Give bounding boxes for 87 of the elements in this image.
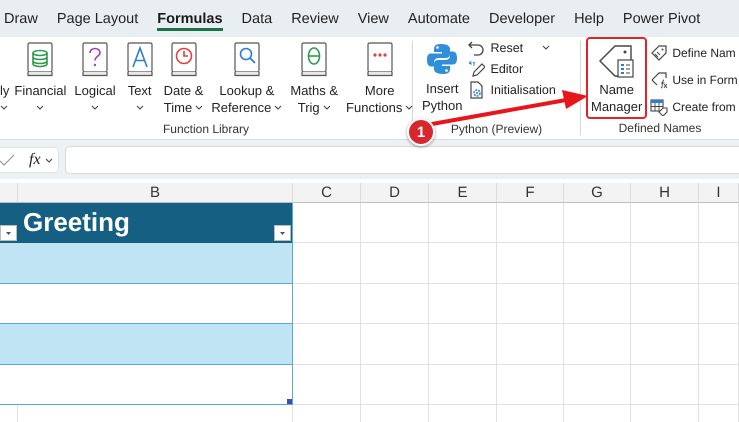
grid-cell[interactable] [497, 324, 564, 365]
group-label: Function Library [162, 122, 250, 136]
column-header[interactable]: B [18, 183, 293, 203]
grid-cell[interactable] [564, 284, 631, 324]
ribbon-tab[interactable]: Automate [408, 0, 470, 26]
grid-cell[interactable] [293, 284, 361, 324]
grid-cell[interactable] [699, 203, 739, 243]
grid-cell[interactable] [429, 324, 497, 365]
ribbon-button[interactable]: Lookup & Reference [208, 42, 286, 120]
insert-function-button[interactable]: fx [29, 151, 41, 169]
ribbon-tab[interactable]: Help [574, 0, 604, 26]
grid-cell[interactable] [497, 203, 564, 243]
table-tag-icon [650, 98, 668, 116]
grid-cell[interactable] [631, 243, 699, 284]
table-header: Greeting [23, 206, 130, 238]
tag-icon [650, 44, 668, 62]
grid-cell[interactable] [429, 284, 497, 324]
column-header[interactable]: H [631, 183, 699, 203]
filter-dropdown-icon[interactable] [0, 225, 17, 241]
group-label: Python (Preview) [450, 122, 542, 136]
grid-cell[interactable] [361, 243, 429, 284]
pen-icon [467, 60, 486, 78]
grid-cell[interactable] [361, 284, 429, 324]
grid-cell[interactable] [361, 365, 429, 405]
grid-cell[interactable] [699, 324, 739, 365]
python-logo-icon [425, 42, 460, 76]
grid-cell[interactable] [497, 365, 564, 405]
ribbon-button[interactable]: Date & Time [160, 42, 206, 120]
confirm-check-icon[interactable] [0, 154, 15, 166]
column-header[interactable]: I [699, 183, 739, 203]
column-header[interactable]: D [361, 183, 429, 203]
ribbon-command[interactable]: Use in Form [650, 68, 738, 91]
resize-handle[interactable] [287, 399, 292, 404]
ribbon-tab[interactable]: Review [291, 0, 339, 26]
grid-cell[interactable] [293, 365, 361, 405]
ribbon-button[interactable]: Financial [11, 42, 70, 120]
ribbon-button[interactable]: Text [120, 42, 159, 120]
insert-python-button[interactable]: Insert Python [419, 42, 466, 120]
chevron-down-icon [44, 158, 53, 162]
grid-cell[interactable] [497, 284, 564, 324]
grid-cell[interactable] [361, 324, 429, 365]
column-header[interactable]: F [497, 183, 564, 203]
ribbon-tab[interactable]: View [358, 0, 389, 26]
column-header[interactable]: C [293, 183, 361, 203]
grid-cell[interactable] [564, 365, 631, 405]
column-header[interactable]: G [564, 183, 631, 203]
grid-cell[interactable] [699, 284, 739, 324]
ribbon-button[interactable]: More Functions [343, 42, 416, 120]
grid-cell[interactable] [631, 203, 699, 243]
grid-cell[interactable] [429, 243, 497, 284]
grid-cell[interactable] [631, 284, 699, 324]
grid-cell[interactable] [564, 324, 631, 365]
ribbon-command[interactable]: Reset [467, 37, 556, 58]
ribbon-tab[interactable]: Page Layout [56, 0, 138, 26]
undo-icon [467, 38, 486, 56]
grid-cell[interactable] [293, 203, 361, 243]
ribbon-tab[interactable]: Draw [4, 0, 38, 26]
ribbon-tab[interactable]: Developer [488, 0, 556, 26]
grid-cell[interactable] [361, 203, 429, 243]
ribbon-command[interactable]: Editor [467, 58, 556, 79]
column-header[interactable]: E [429, 183, 497, 203]
grid-cell[interactable] [631, 324, 699, 365]
ribbon-button[interactable]: Maths & Trig [287, 42, 342, 120]
name-manager-button[interactable]: Name Manager [586, 37, 648, 119]
grid-cell[interactable] [699, 243, 739, 284]
grid-cell[interactable] [497, 243, 564, 284]
ribbon-tab[interactable]: Data [242, 0, 272, 26]
ribbon-button[interactable]: ly [0, 42, 10, 120]
ribbon-button[interactable]: Logical [71, 42, 119, 120]
grid-cell[interactable] [564, 243, 631, 284]
formula-input[interactable] [64, 146, 739, 174]
ribbon-command[interactable]: Define Nam [650, 41, 738, 64]
grid-cell[interactable] [293, 243, 361, 284]
ribbon-command[interactable]: Initialisation [467, 79, 556, 100]
grid-cell[interactable] [429, 203, 497, 243]
group-label: Defined Names [618, 121, 702, 135]
grid-cell[interactable] [631, 365, 699, 405]
grid-cell[interactable] [293, 324, 361, 365]
grid-cell[interactable] [429, 365, 497, 405]
filter-dropdown-icon[interactable] [274, 225, 291, 241]
tag-formula-icon [650, 70, 668, 88]
grid-cell[interactable] [564, 203, 631, 243]
column-header[interactable] [0, 183, 18, 203]
ribbon-command[interactable]: Create from [650, 95, 738, 118]
grid-cell[interactable] [699, 365, 739, 405]
ribbon-tab[interactable]: Power Pivot [622, 0, 700, 26]
ribbon-tab[interactable]: Formulas [157, 0, 223, 31]
